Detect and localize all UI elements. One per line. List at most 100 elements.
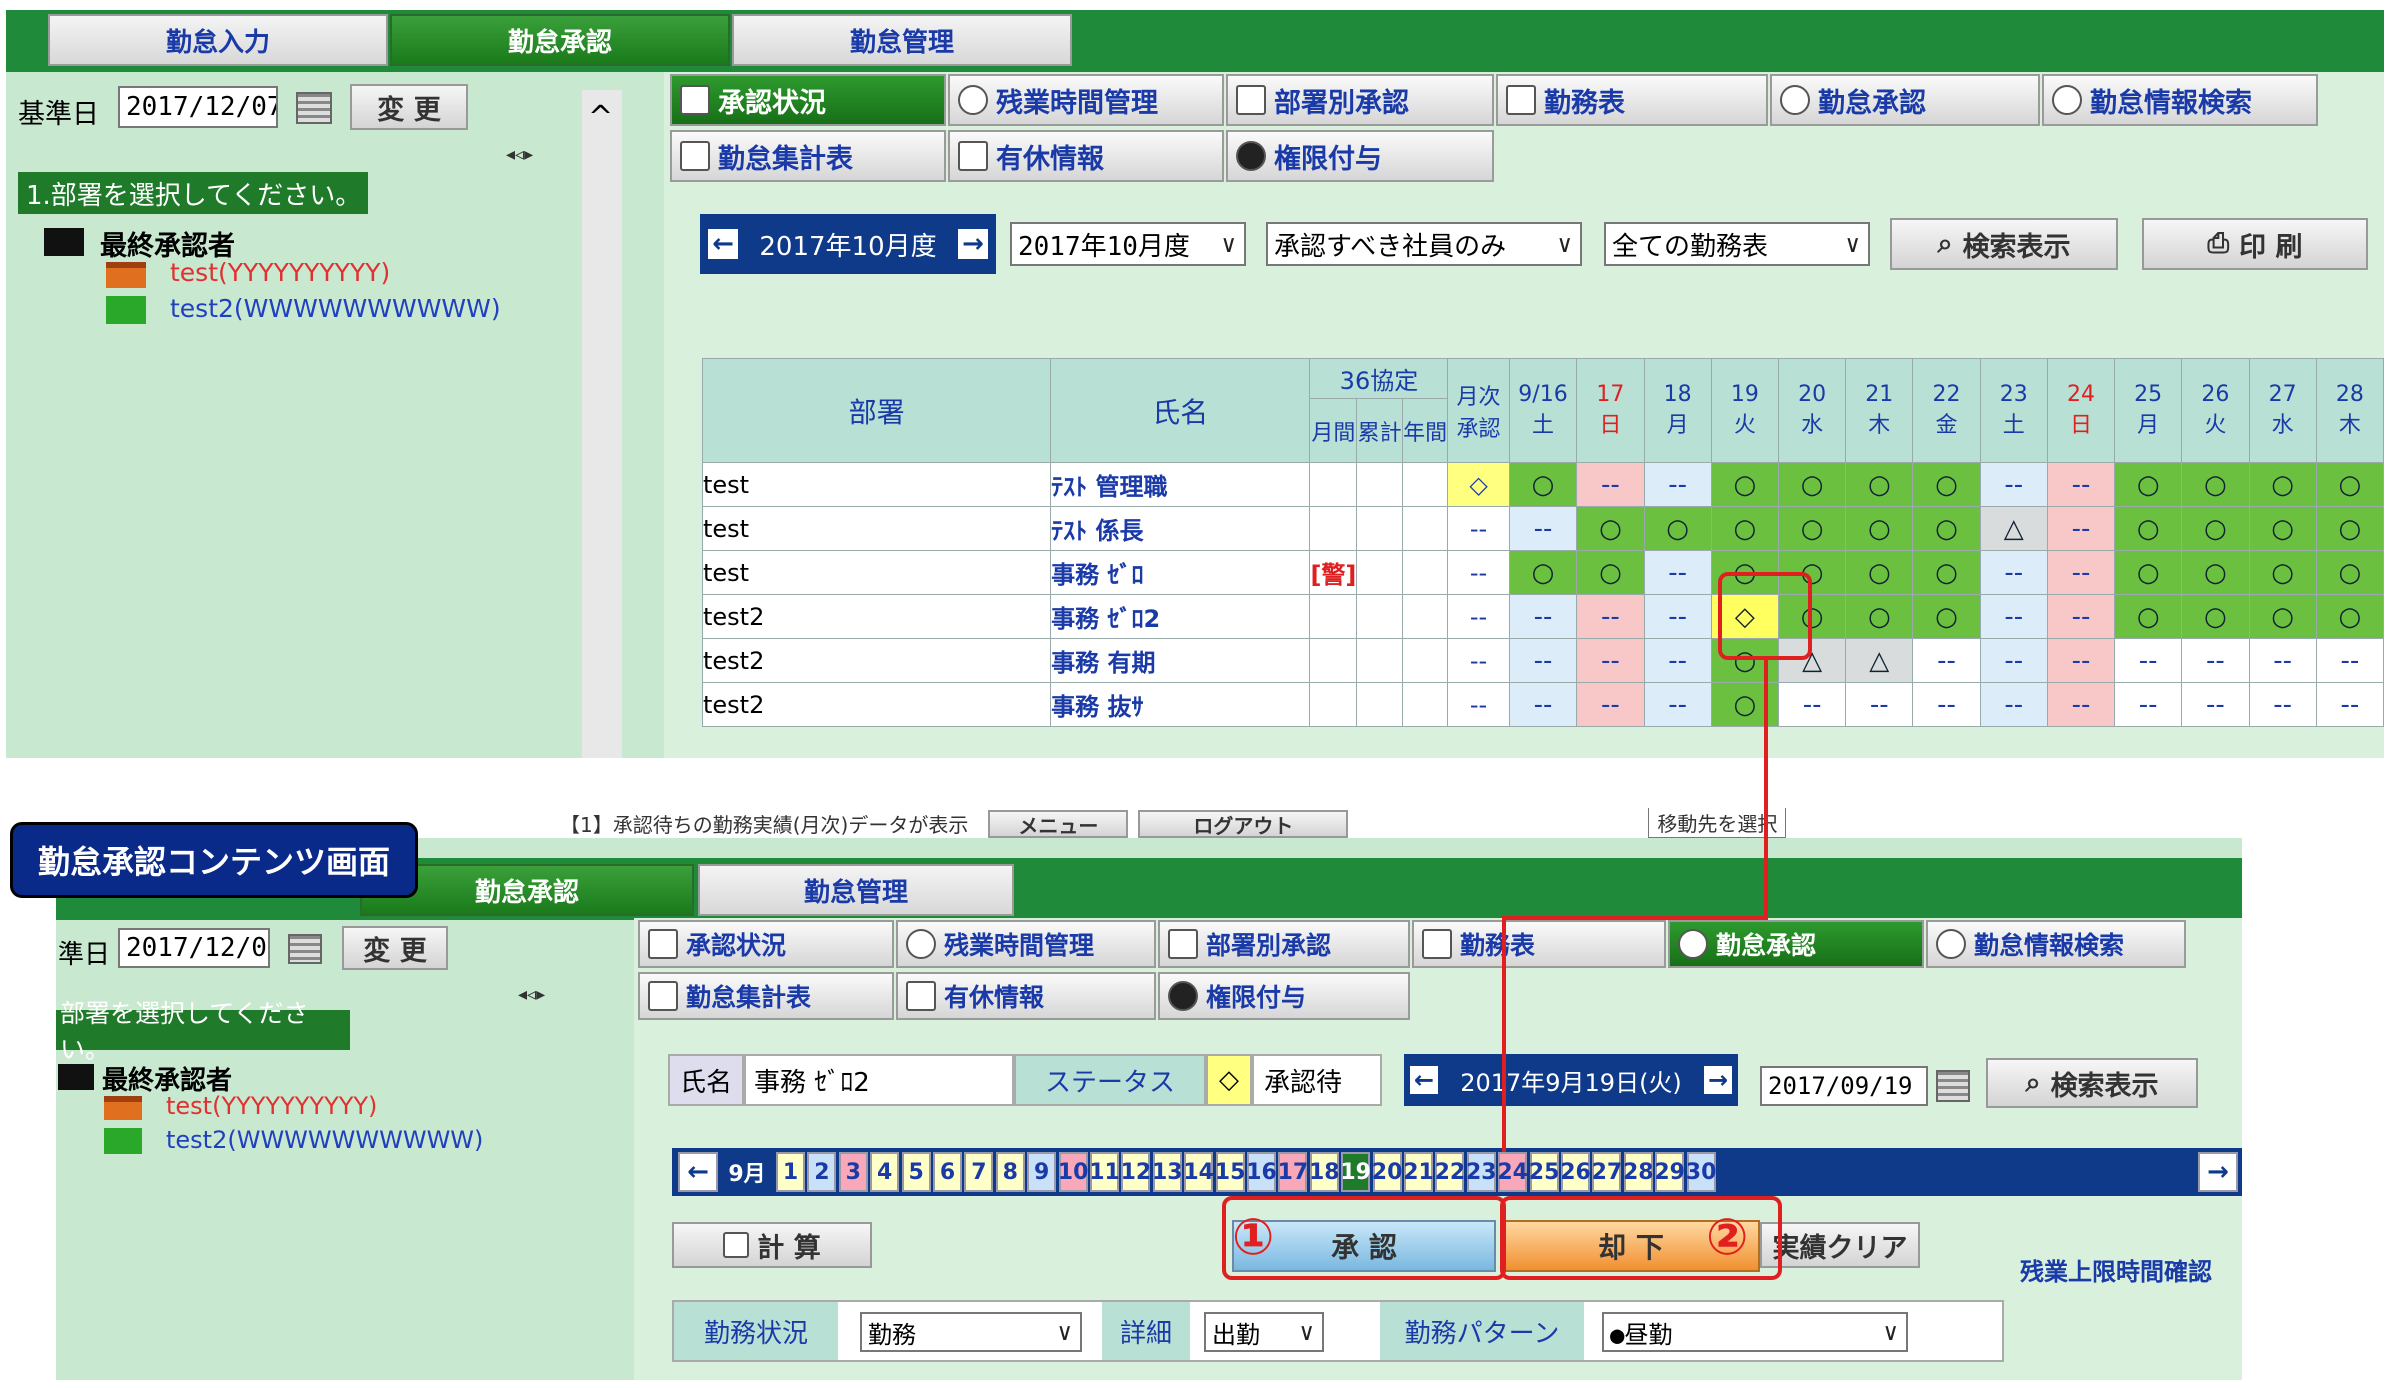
cal-day-8[interactable]: 8 <box>995 1152 1025 1192</box>
cell-day[interactable]: -- <box>2114 682 2183 727</box>
cal-day-3[interactable]: 3 <box>838 1152 868 1192</box>
cell-day[interactable]: ○ <box>1576 550 1645 595</box>
tab-work-schedule[interactable]: 勤務表 <box>1496 74 1768 126</box>
cell-day[interactable]: -- <box>1912 638 1981 683</box>
cell-day[interactable]: ○ <box>1912 550 1981 595</box>
cell-day[interactable]: ○ <box>2315 506 2384 551</box>
cell-day[interactable]: -- <box>1643 682 1712 727</box>
cell-day[interactable]: -- <box>1576 638 1645 683</box>
cell-day[interactable]: -- <box>1508 506 1578 551</box>
prev-month-icon[interactable]: ← <box>708 229 738 259</box>
tab-attendance-search[interactable]: 勤怠情報検索 <box>2042 74 2318 126</box>
cal-prev-icon[interactable]: ← <box>678 1152 718 1192</box>
cal-day-13[interactable]: 13 <box>1152 1152 1183 1192</box>
tab-paid-leave-2[interactable]: 有休情報 <box>896 972 1156 1020</box>
tab-attendance-approval[interactable]: 勤怠承認 <box>390 14 730 66</box>
cell-day[interactable]: ○ <box>1912 462 1981 507</box>
tree-item-test[interactable]: test(YYYYYYYYYY) <box>170 258 390 287</box>
cell-name[interactable]: ﾃｽﾄ 係長 <box>1050 506 1311 551</box>
cell-day[interactable]: ○ <box>2315 462 2384 507</box>
search-button[interactable]: ⌕ 検索表示 <box>1890 218 2118 270</box>
cal-day-2[interactable]: 2 <box>807 1152 837 1192</box>
cell-day[interactable]: ○ <box>2248 506 2317 551</box>
scrollbar[interactable] <box>582 90 622 758</box>
cal-day-23[interactable]: 23 <box>1466 1152 1497 1192</box>
tab-attendance-management[interactable]: 勤怠管理 <box>732 14 1072 66</box>
tree-item-test2[interactable]: test2(WWWWWWWWWW) <box>170 294 501 323</box>
cell-day[interactable]: ○ <box>1710 506 1779 551</box>
employee-filter-select[interactable]: 承認すべき社員のみ <box>1266 222 1582 266</box>
tree-item-test-2[interactable]: test(YYYYYYYYYY) <box>166 1092 377 1120</box>
cell-day[interactable]: -- <box>1576 682 1645 727</box>
month-navigator[interactable]: ← 2017年10月度 → <box>700 214 996 274</box>
cell-name[interactable]: 事務 有期 <box>1050 638 1311 683</box>
cell-day[interactable]: ○ <box>2181 550 2250 595</box>
cell-day[interactable]: -- <box>1979 462 2048 507</box>
cal-day-11[interactable]: 11 <box>1089 1152 1120 1192</box>
cell-day[interactable]: -- <box>1979 550 2048 595</box>
cell-day[interactable]: -- <box>2114 638 2183 683</box>
collapse-arrows-icon[interactable]: ◂◃▸ <box>506 144 533 165</box>
cell-day[interactable]: ○ <box>2114 550 2183 595</box>
cell-day[interactable]: ○ <box>2248 462 2317 507</box>
cal-day-26[interactable]: 26 <box>1560 1152 1591 1192</box>
cell-day[interactable]: ○ <box>1845 550 1914 595</box>
tab-attendance-management-2[interactable]: 勤怠管理 <box>698 864 1014 916</box>
cell-day[interactable]: -- <box>1777 682 1847 727</box>
date-navigator[interactable]: ← 2017年9月19日(火) → <box>1404 1054 1738 1106</box>
cell-monthly-approval[interactable]: -- <box>1447 682 1510 727</box>
month-select[interactable]: 2017年10月度 <box>1010 222 1246 266</box>
cell-day[interactable]: ○ <box>2181 462 2250 507</box>
schedule-filter-select[interactable]: 全ての勤務表 <box>1604 222 1870 266</box>
cal-day-16[interactable]: 16 <box>1246 1152 1277 1192</box>
cell-day[interactable]: ○ <box>2315 550 2384 595</box>
detail-select[interactable]: 出勤 <box>1204 1312 1324 1352</box>
date-field[interactable]: 2017/12/07 <box>118 86 278 128</box>
cell-day[interactable]: -- <box>2046 594 2116 639</box>
cell-name[interactable]: ﾃｽﾄ 管理職 <box>1050 462 1311 507</box>
cell-day[interactable]: -- <box>1576 594 1645 639</box>
cal-day-14[interactable]: 14 <box>1183 1152 1214 1192</box>
cell-monthly-approval[interactable]: -- <box>1447 550 1510 595</box>
cell-day[interactable]: ○ <box>1710 682 1779 727</box>
cell-name[interactable]: 事務 抜ｻ <box>1050 682 1311 727</box>
cal-day-5[interactable]: 5 <box>901 1152 931 1192</box>
cell-day[interactable]: -- <box>1845 682 1914 727</box>
cell-day[interactable]: -- <box>2248 682 2317 727</box>
print-button[interactable]: ⎙ 印 刷 <box>2142 218 2368 270</box>
cal-day-12[interactable]: 12 <box>1121 1152 1151 1192</box>
cell-day[interactable]: ○ <box>1576 506 1645 551</box>
tab-work-schedule-2[interactable]: 勤務表 <box>1412 920 1666 968</box>
calendar-icon[interactable] <box>296 92 332 124</box>
cell-day[interactable]: ○ <box>2114 462 2183 507</box>
cell-day[interactable]: ○ <box>1845 462 1914 507</box>
cal-day-9[interactable]: 9 <box>1027 1152 1057 1192</box>
cell-day[interactable]: ○ <box>1777 462 1847 507</box>
cell-day[interactable]: ○ <box>2181 506 2250 551</box>
cal-day-28[interactable]: 28 <box>1623 1152 1654 1192</box>
cal-day-19[interactable]: 19 <box>1340 1152 1371 1192</box>
cell-day[interactable]: -- <box>2046 506 2116 551</box>
tab-attendance-search-2[interactable]: 勤怠情報検索 <box>1926 920 2186 968</box>
tab-attendance-summary-2[interactable]: 勤怠集計表 <box>638 972 894 1020</box>
overtime-limit-link[interactable]: 残業上限時間確認 <box>2020 1252 2240 1287</box>
cell-day[interactable]: -- <box>1643 550 1712 595</box>
cal-day-24[interactable]: 24 <box>1497 1152 1528 1192</box>
cell-day[interactable]: -- <box>2046 462 2116 507</box>
tab-dept-approval-2[interactable]: 部署別承認 <box>1158 920 1410 968</box>
search-button-2[interactable]: ⌕ 検索表示 <box>1986 1058 2198 1108</box>
cell-day[interactable]: ○ <box>2181 594 2250 639</box>
cell-day[interactable]: -- <box>2315 682 2384 727</box>
cell-day[interactable]: ○ <box>1845 594 1914 639</box>
cell-day[interactable]: ○ <box>2248 594 2317 639</box>
cell-day[interactable]: ○ <box>1508 462 1578 507</box>
tab-approval-status-2[interactable]: 承認状況 <box>638 920 894 968</box>
cell-day[interactable]: -- <box>1508 594 1578 639</box>
next-month-icon[interactable]: → <box>957 229 988 259</box>
scroll-up-icon[interactable]: ^ <box>588 100 613 135</box>
cell-day[interactable]: ○ <box>1845 506 1914 551</box>
tab-overtime-management-2[interactable]: 残業時間管理 <box>896 920 1156 968</box>
cell-day[interactable]: ○ <box>2114 506 2183 551</box>
cell-day[interactable]: -- <box>1508 638 1578 683</box>
cell-day[interactable]: ○ <box>1643 506 1712 551</box>
